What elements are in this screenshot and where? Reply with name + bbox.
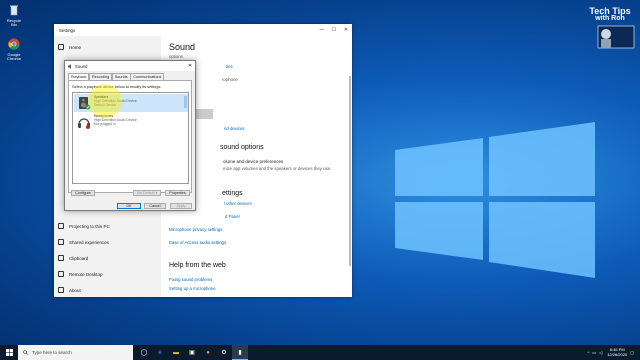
windows-wallpaper-logo bbox=[395, 122, 595, 278]
nav-label: Remote Desktop bbox=[69, 271, 103, 277]
home-icon bbox=[58, 44, 64, 50]
settings-titlebar: Settings — ☐ ✕ bbox=[54, 24, 352, 36]
tab-sounds[interactable]: Sounds bbox=[111, 73, 131, 80]
sound-dialog-title: Sound bbox=[75, 63, 88, 69]
maximize-button[interactable]: ☐ bbox=[328, 27, 340, 33]
nav-label: About bbox=[69, 287, 81, 293]
nav-remote-desktop[interactable]: Remote Desktop bbox=[58, 271, 103, 277]
volume-icon[interactable]: ◁ bbox=[599, 350, 602, 355]
sound-tabs: Playback Recording Sounds Communications bbox=[68, 73, 195, 80]
page-title: Sound bbox=[169, 42, 196, 52]
nav-home-label: Home bbox=[69, 44, 82, 50]
ok-button[interactable]: OK bbox=[117, 203, 141, 209]
settings-scrollbar[interactable] bbox=[349, 76, 351, 266]
set-default-button[interactable]: Set Default ▾ bbox=[133, 190, 161, 196]
cancel-button[interactable]: Cancel bbox=[144, 203, 166, 209]
taskbar-search[interactable]: Type here to search bbox=[18, 345, 133, 360]
device-properties-link[interactable]: ties bbox=[226, 64, 233, 69]
info-icon bbox=[58, 287, 64, 293]
projector-icon bbox=[58, 223, 64, 229]
help-link[interactable]: Setting up a microphone bbox=[169, 286, 216, 291]
notifications-icon[interactable]: ▢ bbox=[630, 350, 634, 355]
device-status: Not plugged in bbox=[94, 121, 116, 126]
shared-icon bbox=[58, 239, 64, 245]
related-link[interactable]: d Panel bbox=[225, 214, 240, 219]
apply-button[interactable]: Apply bbox=[170, 203, 192, 209]
recycle-bin-icon bbox=[10, 5, 18, 16]
related-settings-heading: ettings bbox=[222, 190, 243, 197]
settings-icon[interactable]: ⚙ bbox=[216, 345, 232, 360]
help-link[interactable]: Fixing sound problems bbox=[169, 277, 212, 282]
taskbar: Type here to search ◯ e ▬ ▣ ● ⚙ ▮ ^ ▭ ◁ … bbox=[0, 345, 640, 360]
tab-communications[interactable]: Communications bbox=[130, 73, 165, 80]
nav-projecting[interactable]: Projecting to this PC bbox=[58, 223, 110, 229]
chevron-up-icon[interactable]: ^ bbox=[587, 350, 589, 355]
tech-tips-watermark: Tech Tips with Ron bbox=[584, 6, 636, 50]
related-link[interactable]: Ease of Access audio settings bbox=[169, 240, 226, 245]
clock[interactable]: 8:46 PM 12/26/2020 bbox=[607, 347, 628, 357]
minimize-button[interactable]: — bbox=[316, 27, 328, 33]
desktop-icon-recycle-bin[interactable]: Recycle Bin bbox=[4, 4, 24, 28]
search-placeholder: Type here to search bbox=[32, 350, 72, 355]
output-label: options bbox=[169, 54, 183, 59]
sound-dialog: Sound ✕ Playback Recording Sounds Commun… bbox=[64, 60, 196, 211]
nav-home[interactable]: Home bbox=[58, 44, 81, 50]
search-icon bbox=[23, 350, 28, 355]
watermark-art-icon bbox=[597, 25, 635, 49]
advanced-sound-heading: sound options bbox=[220, 144, 264, 151]
sound-dialog-titlebar: Sound ✕ bbox=[65, 61, 195, 71]
nav-label: Shared experiences bbox=[69, 239, 110, 245]
start-button[interactable] bbox=[0, 345, 18, 360]
nav-clipboard[interactable]: Clipboard bbox=[58, 255, 88, 261]
remote-desktop-icon bbox=[58, 271, 64, 277]
network-icon[interactable]: ▭ bbox=[592, 350, 596, 355]
sound-icon[interactable]: ▮ bbox=[232, 345, 248, 360]
edge-icon[interactable]: e bbox=[152, 345, 168, 360]
system-tray: ^ ▭ ◁ 8:46 PM 12/26/2020 ▢ bbox=[584, 347, 640, 357]
task-view-icon[interactable]: ◯ bbox=[136, 345, 152, 360]
chrome-icon[interactable]: ● bbox=[200, 345, 216, 360]
file-explorer-icon[interactable]: ▬ bbox=[168, 345, 184, 360]
tab-playback[interactable]: Playback bbox=[68, 73, 90, 80]
related-link[interactable]: l other devices bbox=[224, 201, 252, 206]
chrome-icon bbox=[8, 38, 20, 50]
related-link[interactable]: Microphone privacy settings bbox=[169, 227, 222, 232]
app-volume-desc: mize app volumes and the speakers or dev… bbox=[223, 166, 332, 171]
close-button[interactable]: ✕ bbox=[340, 27, 352, 33]
nav-label: Clipboard bbox=[69, 255, 89, 261]
store-icon[interactable]: ▣ bbox=[184, 345, 200, 360]
settings-title: Settings bbox=[59, 27, 76, 33]
properties-button[interactable]: Properties bbox=[165, 190, 190, 196]
cursor-highlight bbox=[88, 84, 122, 118]
volume-level-bar bbox=[184, 96, 187, 108]
watermark-line2: with Ron bbox=[595, 15, 625, 22]
nav-label: Projecting to this PC bbox=[69, 223, 110, 229]
sound-dialog-close-button[interactable]: ✕ bbox=[185, 63, 195, 69]
desktop-icon-label: Recycle Bin bbox=[6, 17, 22, 27]
app-volume-title[interactable]: olume and device preferences bbox=[223, 159, 283, 164]
help-heading: Help from the web bbox=[169, 262, 226, 269]
device-item-headphones[interactable]: Headphones High Definition Audio Device … bbox=[74, 113, 188, 131]
headphones-icon bbox=[77, 115, 91, 129]
windows-start-icon bbox=[5, 349, 13, 356]
manage-devices-link[interactable]: nd devices bbox=[224, 126, 245, 131]
tab-recording[interactable]: Recording bbox=[88, 73, 113, 80]
microphone-label: rophone bbox=[222, 77, 238, 82]
desktop-icon-label: Google Chrome bbox=[6, 51, 22, 61]
playback-panel: Select a playback device below to modify… bbox=[68, 80, 192, 193]
clipboard-icon bbox=[58, 255, 64, 261]
clock-date: 12/26/2020 bbox=[607, 351, 628, 357]
nav-shared-experiences[interactable]: Shared experiences bbox=[58, 239, 109, 245]
desktop-icon-chrome[interactable]: Google Chrome bbox=[4, 38, 24, 62]
configure-button[interactable]: Configure bbox=[71, 190, 95, 196]
nav-about[interactable]: About bbox=[58, 287, 81, 293]
speaker-icon bbox=[68, 63, 71, 69]
